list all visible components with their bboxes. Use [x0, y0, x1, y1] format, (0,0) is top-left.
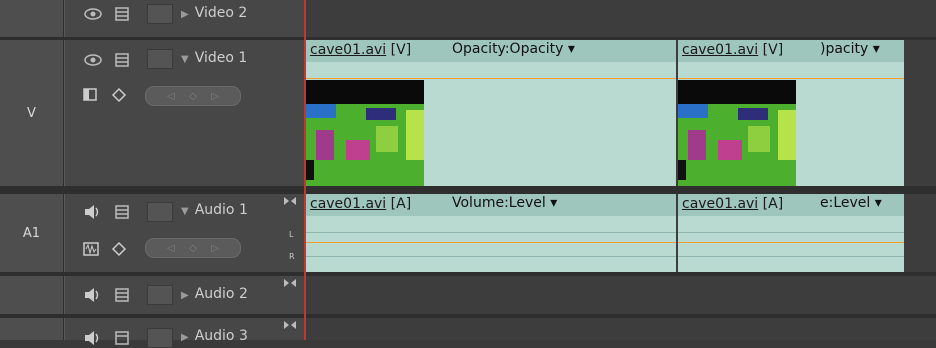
next-keyframe-icon[interactable]: ▷	[211, 91, 219, 102]
track-divider[interactable]	[0, 186, 936, 194]
sync-lock-icon[interactable]	[113, 204, 131, 220]
waveform-line	[306, 232, 676, 233]
timeline-lane-audio1: cave01.avi [A] Volume:Level ▾ cave01.avi…	[306, 194, 936, 272]
sync-lock-icon[interactable]	[113, 330, 131, 346]
track-audio3: ▶ Audio 3	[0, 318, 936, 348]
eye-icon[interactable]	[81, 52, 105, 68]
expand-triangle-icon[interactable]: ▶	[181, 9, 189, 20]
sync-lock-icon[interactable]	[113, 52, 131, 68]
channel-right-label: R	[289, 252, 295, 261]
waveform-line	[678, 256, 904, 257]
add-keyframe-icon[interactable]: ◇	[189, 91, 197, 102]
track-header-audio1: ▼ Audio 1 L R ◁ ◇ ▷	[64, 194, 304, 272]
display-style-icon[interactable]	[81, 86, 101, 104]
opacity-rubber-band[interactable]	[306, 78, 676, 79]
resize-track-icon[interactable]	[283, 320, 297, 330]
clip-thumbnail	[306, 80, 424, 186]
volume-rubber-band[interactable]	[306, 242, 676, 243]
track-name-video1[interactable]: ▼ Video 1	[181, 50, 247, 66]
opacity-rubber-band[interactable]	[678, 78, 904, 79]
track-header-video2: ▶ Video 2	[64, 0, 304, 37]
expand-triangle-icon[interactable]: ▶	[181, 290, 189, 301]
speaker-icon[interactable]	[81, 330, 105, 346]
effect-dropdown[interactable]: e:Level ▾	[820, 195, 882, 215]
next-keyframe-icon[interactable]: ▷	[211, 243, 219, 254]
speaker-icon[interactable]	[81, 204, 105, 220]
track-header-video1: ▼ Video 1 ◁ ◇ ▷	[64, 40, 304, 186]
track-lock-toggle[interactable]	[147, 49, 173, 69]
track-name-audio2[interactable]: ▶ Audio 2	[181, 286, 248, 302]
keyframe-diamond-icon[interactable]	[109, 86, 129, 104]
track-audio2: ▶ Audio 2	[0, 276, 936, 314]
clip-video-2[interactable]: cave01.avi [V] )pacity ▾	[678, 40, 904, 186]
prev-keyframe-icon[interactable]: ◁	[167, 243, 175, 254]
collapse-triangle-icon[interactable]: ▼	[181, 206, 189, 217]
prev-keyframe-icon[interactable]: ◁	[167, 91, 175, 102]
timeline-lane-video2[interactable]	[306, 0, 936, 37]
track-target-audio3[interactable]	[0, 318, 64, 340]
clip-title: cave01.avi [V]	[310, 42, 412, 58]
clip-audio-2[interactable]: cave01.avi [A] e:Level ▾	[678, 194, 904, 272]
clip-thumbnail	[678, 80, 796, 186]
track-target-audio1[interactable]: A1	[0, 194, 64, 272]
track-video2: ▶ Video 2	[0, 0, 936, 37]
waveform-line	[678, 232, 904, 233]
resize-track-icon[interactable]	[283, 196, 297, 206]
track-header-audio2: ▶ Audio 2	[64, 276, 304, 314]
track-lock-toggle[interactable]	[147, 328, 173, 348]
effect-dropdown[interactable]: Opacity:Opacity ▾	[448, 41, 579, 61]
track-audio1: A1 ▼ Audio 1 L R ◁ ◇ ▷ cave01.avi [A] Volum…	[0, 194, 936, 272]
clip-video-1[interactable]: cave01.avi [V] Opacity:Opacity ▾	[306, 40, 676, 186]
keyframe-navigator[interactable]: ◁ ◇ ▷	[145, 86, 241, 106]
effect-dropdown[interactable]: Volume:Level ▾	[448, 195, 561, 215]
track-video1: V ▼ Video 1 ◁ ◇ ▷ cave01.avi [V] Opacity:Op…	[0, 40, 936, 186]
timeline-lane-audio2[interactable]	[306, 276, 936, 314]
clip-audio-1[interactable]: cave01.avi [A] Volume:Level ▾	[306, 194, 676, 272]
sync-lock-icon[interactable]	[113, 287, 131, 303]
waveform-display-icon[interactable]	[81, 240, 101, 258]
timeline-lane-audio3[interactable]	[306, 318, 936, 340]
eye-icon[interactable]	[81, 6, 105, 22]
keyframe-navigator[interactable]: ◁ ◇ ▷	[145, 238, 241, 258]
volume-rubber-band[interactable]	[678, 242, 904, 243]
track-target-video1[interactable]: V	[0, 40, 64, 186]
clip-title: cave01.avi [A]	[310, 196, 412, 212]
effect-dropdown[interactable]: )pacity ▾	[820, 41, 880, 61]
track-name-audio1[interactable]: ▼ Audio 1	[181, 202, 248, 218]
timeline-lane-video1: cave01.avi [V] Opacity:Opacity ▾ cave01.…	[306, 40, 936, 186]
track-lock-toggle[interactable]	[147, 285, 173, 305]
clip-title: cave01.avi [A]	[682, 196, 784, 212]
sync-lock-icon[interactable]	[113, 6, 131, 22]
channel-left-label: L	[289, 230, 294, 239]
track-name-audio3[interactable]: ▶ Audio 3	[181, 328, 248, 344]
playhead-line[interactable]	[304, 0, 306, 340]
resize-track-icon[interactable]	[283, 278, 297, 288]
track-lock-toggle[interactable]	[147, 4, 173, 24]
track-lock-toggle[interactable]	[147, 202, 173, 222]
track-target-audio2[interactable]	[0, 276, 64, 314]
collapse-triangle-icon[interactable]: ▼	[181, 54, 189, 65]
track-name-video2[interactable]: ▶ Video 2	[181, 5, 247, 21]
speaker-icon[interactable]	[81, 287, 105, 303]
track-target-video2[interactable]	[0, 0, 64, 37]
waveform-line	[306, 256, 676, 257]
expand-triangle-icon[interactable]: ▶	[181, 332, 189, 343]
keyframe-diamond-icon[interactable]	[109, 240, 129, 258]
track-header-audio3: ▶ Audio 3	[64, 318, 304, 348]
clip-title: cave01.avi [V]	[682, 42, 784, 58]
add-keyframe-icon[interactable]: ◇	[189, 243, 197, 254]
